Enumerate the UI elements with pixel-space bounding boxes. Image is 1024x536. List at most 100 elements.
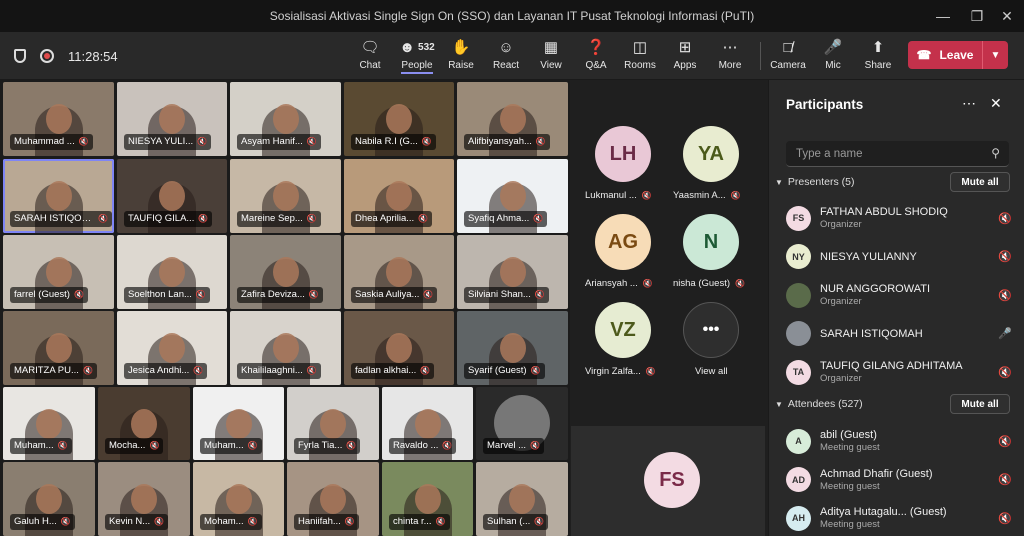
participant-video-tile[interactable]: Silviani Shan... 🔇: [457, 235, 568, 309]
participant-video-tile[interactable]: TAUFIQ GILA... 🔇: [117, 159, 227, 233]
mic-off-icon: 🔇: [641, 191, 652, 200]
participant-video-tile[interactable]: Syarif (Guest) 🔇: [457, 311, 568, 385]
participant-row[interactable]: Aabil (Guest) Meeting guest 🔇: [786, 424, 1019, 458]
participant-name-label: Haniifah... 🔇: [294, 514, 359, 530]
mic-icon[interactable]: 🎤: [997, 327, 1013, 340]
rooms-button[interactable]: ◫ Rooms: [618, 36, 662, 78]
participant-video-tile[interactable]: Haniifah... 🔇: [287, 462, 379, 536]
minimize-icon[interactable]: —: [926, 0, 960, 32]
mic-off-icon[interactable]: 🔇: [997, 366, 1013, 379]
participant-video-tile[interactable]: MARITZA PU... 🔇: [3, 311, 114, 385]
participant-video-tile[interactable]: Muhammad ... 🔇: [3, 82, 114, 156]
mic-off-icon: 🔇: [418, 214, 429, 223]
window-title: Sosialisasi Aktivasi Single Sign On (SSO…: [269, 9, 755, 23]
participant-video-tile[interactable]: farrel (Guest) 🔇: [3, 235, 114, 309]
mic-off-icon: 🔇: [344, 517, 355, 526]
mic-off-icon[interactable]: 🔇: [997, 289, 1013, 302]
participant-name-label: Ravaldo ... 🔇: [389, 438, 457, 454]
participant-row[interactable]: TA TAUFIQ GILANG ADHITAMA Organizer 🔇: [786, 355, 1019, 389]
view-button[interactable]: ▦ View: [529, 36, 573, 78]
participant-row[interactable]: AH Aditya Hutagalu... (Guest) Meeting gues…: [786, 501, 1019, 535]
meeting-timer: 11:28:54: [68, 48, 118, 64]
participant-video-tile[interactable]: Alifbiyansyah... 🔇: [457, 82, 568, 156]
participant-name-label: Soelthon Lan... 🔇: [124, 287, 210, 303]
chevron-down-icon[interactable]: ▼: [982, 41, 1008, 69]
participant-row[interactable]: AD Achmad Dhafir (Guest) Meeting guest 🔇: [786, 463, 1019, 497]
participant-video-tile[interactable]: Sulhan (... 🔇: [476, 462, 568, 536]
view-all-label[interactable]: View all: [695, 366, 728, 377]
participant-video-tile[interactable]: NIESYA YULI... 🔇: [117, 82, 227, 156]
participant-video-tile[interactable]: Jesica Andhi... 🔇: [117, 311, 227, 385]
participant-video-tile[interactable]: Soelthon Lan... 🔇: [117, 235, 227, 309]
presenters-section-header[interactable]: ▼ Presenters (5): [775, 176, 854, 188]
more-button[interactable]: ⋯ More: [708, 36, 752, 78]
more-options-icon[interactable]: ⋯: [962, 95, 976, 112]
close-panel-icon[interactable]: ✕: [990, 95, 1002, 112]
participant-name: NIESYA YULIANNY: [820, 250, 917, 263]
people-button[interactable]: ☻ 532 People: [394, 36, 440, 78]
participant-video-tile[interactable]: Mocha... 🔇: [98, 387, 190, 460]
mic-button[interactable]: 🎤 Mic: [811, 36, 855, 78]
camera-button[interactable]: □̸ Camera: [766, 36, 810, 78]
qa-button[interactable]: ❓ Q&A: [574, 36, 618, 78]
maximize-icon[interactable]: ❐: [960, 0, 994, 32]
mic-off-icon[interactable]: 🔇: [997, 435, 1013, 448]
mic-off-icon[interactable]: 🔇: [997, 512, 1013, 525]
participant-video-tile[interactable]: Ravaldo ... 🔇: [382, 387, 473, 460]
mute-all-attendees-button[interactable]: Mute all: [950, 394, 1010, 414]
participant-face: [499, 333, 526, 364]
participant-video-tile[interactable]: Fyrla Tia... 🔇: [287, 387, 379, 460]
participant-video-tile[interactable]: SARAH ISTIQOM... 🔇: [3, 159, 114, 233]
participant-video-tile[interactable]: chinta r... 🔇: [382, 462, 473, 536]
participant-name-label: Nabila R.I (G... 🔇: [351, 134, 436, 150]
participant-avatar: AG: [595, 214, 651, 270]
participant-video-tile[interactable]: Moham... 🔇: [193, 462, 284, 536]
view-all-button[interactable]: •••: [683, 302, 739, 358]
share-button[interactable]: ⬆ Share: [856, 36, 900, 78]
mic-off-icon[interactable]: 🔇: [997, 473, 1013, 486]
mic-off-icon[interactable]: 🔇: [997, 212, 1013, 225]
participant-video-tile[interactable]: Saskia Auliya... 🔇: [344, 235, 454, 309]
leave-button[interactable]: ☎ Leave ▼: [908, 41, 1008, 69]
participant-video-tile[interactable]: Dhea Aprilia... 🔇: [344, 159, 454, 233]
participant-row[interactable]: NY NIESYA YULIANNY 🔇: [786, 240, 1019, 274]
participant-video-tile[interactable]: Marvel ... 🔇: [476, 387, 568, 460]
participant-name-label: TAUFIQ GILA... 🔇: [124, 211, 213, 227]
close-window-icon[interactable]: ✕: [990, 0, 1024, 32]
react-button[interactable]: ☺ React: [484, 36, 528, 78]
chat-button[interactable]: 🗨 Chat: [348, 36, 392, 78]
participant-video-tile[interactable]: Kevin N... 🔇: [98, 462, 190, 536]
participant-video-tile[interactable]: Mareine Sep... 🔇: [230, 159, 341, 233]
mic-off-icon: 🔇: [73, 290, 84, 299]
participant-face: [36, 484, 62, 515]
chevron-down-icon: ▼: [775, 177, 783, 187]
participant-row[interactable]: NUR ANGGOROWATI Organizer 🔇: [786, 278, 1019, 312]
participant-video-tile[interactable]: Syafiq Ahma... 🔇: [457, 159, 568, 233]
participant-face: [320, 408, 346, 439]
featured-participant-tile[interactable]: FS: [571, 426, 765, 536]
participant-video-tile[interactable]: Asyam Hanif... 🔇: [230, 82, 341, 156]
raise-hand-button[interactable]: ✋ Raise: [439, 36, 483, 78]
participant-video-tile[interactable]: Khaililaaghni... 🔇: [230, 311, 341, 385]
participant-avatar: FS: [786, 205, 811, 231]
shield-icon[interactable]: [14, 49, 26, 63]
mute-all-presenters-button[interactable]: Mute all: [950, 172, 1010, 192]
question-icon: ❓: [586, 39, 606, 56]
attendees-section-header[interactable]: ▼ Attendees (527): [775, 398, 863, 410]
smile-icon: ☺: [498, 38, 514, 56]
participant-row[interactable]: SARAH ISTIQOMAH 🎤: [786, 317, 1019, 351]
participant-video-tile[interactable]: Muham... 🔇: [193, 387, 284, 460]
participant-video-tile[interactable]: Muham... 🔇: [3, 387, 95, 460]
search-input[interactable]: Type a name ⚲: [786, 141, 1009, 167]
participant-name-label: Sulhan (... 🔇: [483, 514, 549, 530]
mic-off-icon[interactable]: 🔇: [997, 250, 1013, 263]
mic-off-icon: 🔇: [534, 290, 545, 299]
mic-off-icon: 🎤: [823, 39, 843, 56]
participant-row[interactable]: FS FATHAN ABDUL SHODIQ Organizer 🔇: [786, 201, 1019, 235]
mic-off-icon: 🔇: [530, 366, 541, 375]
participant-video-tile[interactable]: fadlan alkhai... 🔇: [344, 311, 454, 385]
participant-video-tile[interactable]: Zafira Deviza... 🔇: [230, 235, 341, 309]
participant-video-tile[interactable]: Galuh H... 🔇: [3, 462, 95, 536]
apps-button[interactable]: ⊞ Apps: [663, 36, 707, 78]
participant-video-tile[interactable]: Nabila R.I (G... 🔇: [344, 82, 454, 156]
